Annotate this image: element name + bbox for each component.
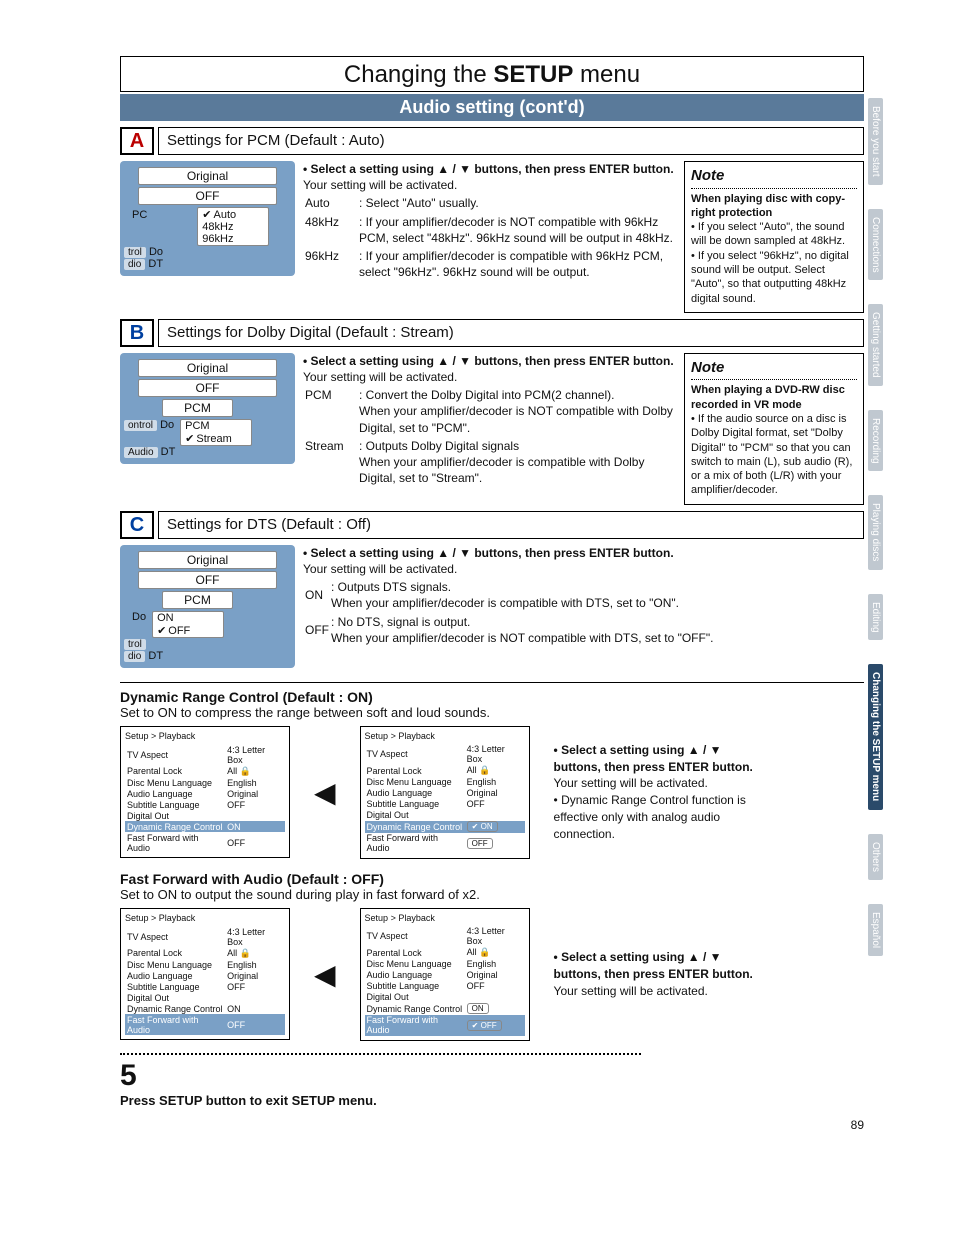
ffa-heading: Fast Forward with Audio (Default : OFF) [120, 871, 864, 887]
tab-changing-setup-menu: Changing the SETUP menu [868, 664, 883, 809]
dolby-options: PCM Stream [180, 419, 252, 446]
side-tabs: Before you start Connections Getting sta… [868, 98, 892, 980]
osd-dts: Original OFF PCM Do ON OFF trol dio DT [120, 545, 295, 668]
page-title: Changing the SETUP menu [120, 56, 864, 92]
arrow-left-icon: ◀ [314, 776, 336, 809]
tab-playing-discs: Playing discs [868, 495, 883, 569]
section-a-header: A Settings for PCM (Default : Auto) [120, 127, 864, 155]
section-c-title: Settings for DTS (Default : Off) [158, 511, 864, 539]
section-letter-c: C [120, 511, 154, 539]
section-c-header: C Settings for DTS (Default : Off) [120, 511, 864, 539]
drc-right-text: • Select a setting using ▲ / ▼ buttons, … [554, 742, 759, 843]
step-number: 5 [120, 1059, 864, 1093]
tab-editing: Editing [868, 594, 883, 641]
arrow-left-icon: ◀ [314, 958, 336, 991]
section-a-title: Settings for PCM (Default : Auto) [158, 127, 864, 155]
pcm-options: Auto 48kHz 96kHz [197, 207, 269, 246]
section-b-title: Settings for Dolby Digital (Default : St… [158, 319, 864, 347]
ffa-menu-left: Setup > Playback TV Aspect4:3 Letter Box… [120, 908, 290, 1040]
section-c-instructions: • Select a setting using ▲ / ▼ buttons, … [303, 545, 864, 648]
section-a-instructions: • Select a setting using ▲ / ▼ buttons, … [303, 161, 676, 282]
ffa-right-text: • Select a setting using ▲ / ▼ buttons, … [554, 949, 759, 999]
drc-desc: Set to ON to compress the range between … [120, 705, 864, 720]
note-box-b: Note When playing a DVD-RW disc recorded… [684, 353, 864, 505]
osd-dolby: Original OFF PCM ontrol Do PCM Stream Au… [120, 353, 295, 464]
ffa-menu-right: Setup > Playback TV Aspect4:3 Letter Box… [360, 908, 530, 1041]
page-number: 89 [851, 1118, 864, 1132]
osd-pcm: Original OFF PC Auto 48kHz 96kHz trol Do… [120, 161, 295, 276]
section-b-header: B Settings for Dolby Digital (Default : … [120, 319, 864, 347]
tab-before-you-start: Before you start [868, 98, 883, 185]
tab-others: Others [868, 834, 883, 880]
drc-menu-left: Setup > Playback TV Aspect4:3 Letter Box… [120, 726, 290, 858]
dts-options: ON OFF [152, 611, 224, 638]
note-box-a: Note When playing disc with copy-right p… [684, 161, 864, 313]
tab-espanol: Español [868, 904, 883, 956]
ffa-desc: Set to ON to output the sound during pla… [120, 887, 864, 902]
tab-getting-started: Getting started [868, 304, 883, 386]
section-b-instructions: • Select a setting using ▲ / ▼ buttons, … [303, 353, 676, 489]
exit-instruction: Press SETUP button to exit SETUP menu. [120, 1093, 864, 1108]
section-heading-audio: Audio setting (cont'd) [120, 94, 864, 121]
tab-connections: Connections [868, 209, 883, 281]
section-letter-b: B [120, 319, 154, 347]
tab-recording: Recording [868, 410, 883, 472]
drc-heading: Dynamic Range Control (Default : ON) [120, 689, 864, 705]
section-letter-a: A [120, 127, 154, 155]
drc-menu-right: Setup > Playback TV Aspect4:3 Letter Box… [360, 726, 530, 859]
